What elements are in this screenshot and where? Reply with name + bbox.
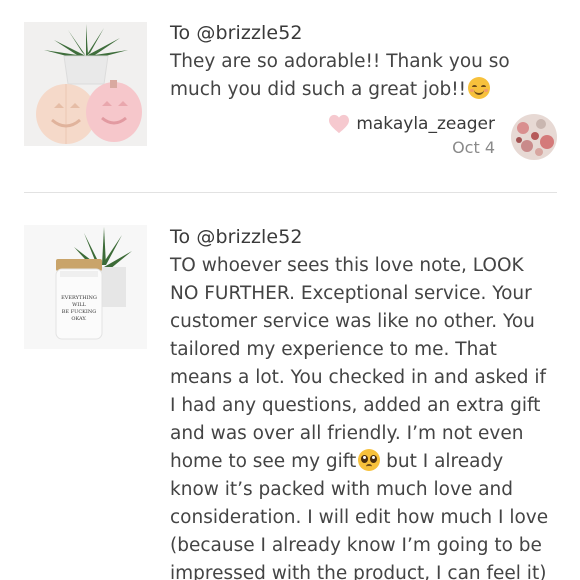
message-line: tailored my experience to me. That [170,339,497,360]
message-line: know it’s packed with much love and [170,479,513,500]
message-line: and was over all friendly. I’m not even [170,423,524,444]
message-text: but I already [380,451,504,472]
love-notes-screen: To @brizzle52 They are so adorable!! Tha… [0,0,580,580]
candle-label: EVERYTHING WILL BE FUCKING OKAY. [56,295,102,323]
message-line: means a lot. You checked in and asked if [170,367,547,388]
avatar-image [511,114,557,160]
candle-image [24,225,147,349]
author-username[interactable]: makayla_zeager [356,114,495,134]
product-photo-candle[interactable]: EVERYTHING WILL BE FUCKING OKAY. [24,225,147,349]
message-line-with-emoji: much you did such a great job!! [170,76,575,104]
candle-label-line: EVERYTHING WILL [61,295,97,308]
recipient-handle[interactable]: To @brizzle52 [170,226,303,248]
candle-label-line: BE FUCKING OKAY. [61,309,97,322]
divider [24,192,557,193]
message-line: (because I already know I’m going to be [170,535,542,556]
message-line: impressed with the product, I can feel i… [170,563,547,580]
pleading-face-icon [358,449,381,471]
smiling-face-icon [468,77,491,99]
message-line-with-emoji: home to see my gift but I already [170,448,575,476]
heart-icon [329,114,350,134]
message-line: NO FURTHER. Exceptional service. Your [170,283,532,304]
message-line: customer service was like no other. You [170,311,535,332]
note-meta: makayla_zeager Oct 4 [328,114,495,157]
avatar[interactable] [511,114,557,160]
message-line: They are so adorable!! Thank you so [170,51,510,72]
message-text: home to see my gift [170,451,357,472]
author-row: makayla_zeager [328,114,495,134]
message-line: TO whoever sees this love note, LOOK [170,255,524,276]
note-message: They are so adorable!! Thank you so much… [170,48,575,104]
recipient-handle[interactable]: To @brizzle52 [170,22,303,44]
message-text: much you did such a great job!! [170,79,467,100]
message-line: I had any questions, added an extra gift [170,395,541,416]
pumpkin-soaps-image [24,22,147,146]
love-note: To @brizzle52 They are so adorable!! Tha… [0,0,580,192]
love-note: EVERYTHING WILL BE FUCKING OKAY. To @bri… [0,214,580,580]
message-line: consideration. I will edit how much I lo… [170,507,549,528]
product-photo-pumpkins[interactable] [24,22,147,146]
note-date: Oct 4 [452,138,495,157]
note-message: TO whoever sees this love note, LOOK NO … [170,252,575,580]
